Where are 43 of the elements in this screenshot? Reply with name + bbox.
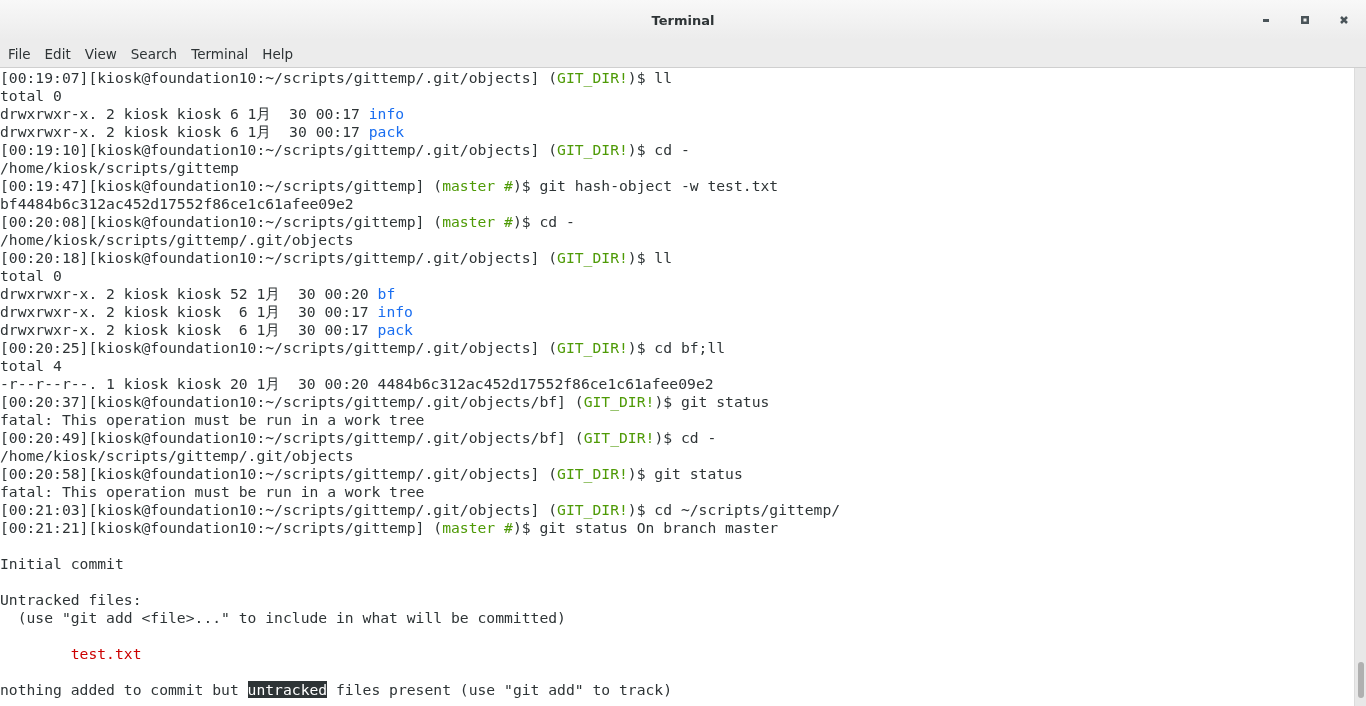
terminal-line: fatal: This operation must be run in a work tree: [0, 483, 426, 501]
terminal-line: [00:21:21][kiosk@foundation10:~/scripts/gittemp] (master #)$ git status On branch master: [0, 519, 780, 537]
terminal-line: drwxrwxr-x. 2 kiosk kiosk 52 1月 30 00:20 bf: [0, 285, 397, 303]
terminal-line: (use "git add <file>..." to include in what will be committed): [16, 609, 567, 627]
scrollbar[interactable]: [1354, 68, 1366, 706]
maximize-icon: [1301, 16, 1309, 24]
terminal-line: drwxrwxr-x. 2 kiosk kiosk 6 1月 30 00:17 info: [0, 105, 406, 123]
terminal-line: [00:19:47][kiosk@foundation10:~/scripts/gittemp] (master #)$ git hash-object -w test.txt: [0, 177, 780, 195]
terminal-line: -r--r--r--. 1 kiosk kiosk 20 1月 30 00:20 4484b6c312ac452d17552f86ce1c61afee09e2: [0, 375, 715, 393]
terminal-line: [00:20:18][kiosk@foundation10:~/scripts/gittemp/.git/objects] (GIT_DIR!)$ ll: [0, 249, 674, 267]
terminal-line: Untracked files:: [0, 591, 143, 609]
menu-item[interactable]: Edit: [39, 43, 76, 64]
menu-item[interactable]: File: [3, 43, 36, 64]
menu-item[interactable]: View: [79, 43, 122, 64]
terminal-line: [00:20:08][kiosk@foundation10:~/scripts/gittemp] (master #)$ cd -: [0, 213, 576, 231]
minimize-icon: [1263, 18, 1269, 22]
terminal-line: [00:21:03][kiosk@foundation10:~/scripts/gittemp/.git/objects] (GIT_DIR!)$ cd ~/scripts/gittemp/: [0, 501, 842, 519]
terminal-line: drwxrwxr-x. 2 kiosk kiosk 6 1月 30 00:17 info: [0, 303, 414, 321]
terminal-line: drwxrwxr-x. 2 kiosk kiosk 6 1月 30 00:17 pack: [0, 123, 406, 141]
terminal-line: /home/kiosk/scripts/gittemp/.git/objects: [0, 447, 355, 465]
scrollbar-thumb[interactable]: [1357, 662, 1364, 698]
terminal-line: [00:19:07][kiosk@foundation10:~/scripts/gittemp/.git/objects] (GIT_DIR!)$ ll: [0, 69, 674, 87]
terminal-line: total 4: [0, 357, 63, 375]
terminal-line: [00:20:58][kiosk@foundation10:~/scripts/gittemp/.git/objects] (GIT_DIR!)$ git status: [0, 465, 744, 483]
terminal-line: drwxrwxr-x. 2 kiosk kiosk 6 1月 30 00:17 pack: [0, 321, 414, 339]
terminal-line: total 0: [0, 87, 63, 105]
terminal-line: [00:20:49][kiosk@foundation10:~/scripts/gittemp/.git/objects/bf] (GIT_DIR!)$ cd -: [0, 429, 718, 447]
window-title: Terminal: [651, 12, 715, 28]
close-icon: [1340, 16, 1348, 24]
terminal-line: /home/kiosk/scripts/gittemp/.git/objects: [0, 231, 355, 249]
terminal-line: Initial commit: [0, 555, 125, 573]
terminal-line: bf4484b6c312ac452d17552f86ce1c61afee09e2: [0, 195, 355, 213]
terminal-line: total 0: [0, 267, 63, 285]
menu-item[interactable]: Help: [257, 43, 299, 64]
terminal-line: /home/kiosk/scripts/gittemp: [0, 159, 240, 177]
terminal-line: nothing added to commit but untracked files present (use "git add" to track): [0, 681, 674, 699]
terminal-line: [00:19:10][kiosk@foundation10:~/scripts/gittemp/.git/objects] (GIT_DIR!)$ cd -: [0, 141, 691, 159]
terminal-line: [00:20:25][kiosk@foundation10:~/scripts/gittemp/.git/objects] (GIT_DIR!)$ cd bf;ll: [0, 339, 727, 357]
terminal-line: test.txt: [69, 645, 143, 663]
menu-item[interactable]: Terminal: [186, 43, 254, 64]
menu-item[interactable]: Search: [125, 43, 183, 64]
terminal-line: [00:20:37][kiosk@foundation10:~/scripts/gittemp/.git/objects/bf] (GIT_DIR!)$ git status: [0, 393, 771, 411]
terminal-line: fatal: This operation must be run in a work tree: [0, 411, 426, 429]
